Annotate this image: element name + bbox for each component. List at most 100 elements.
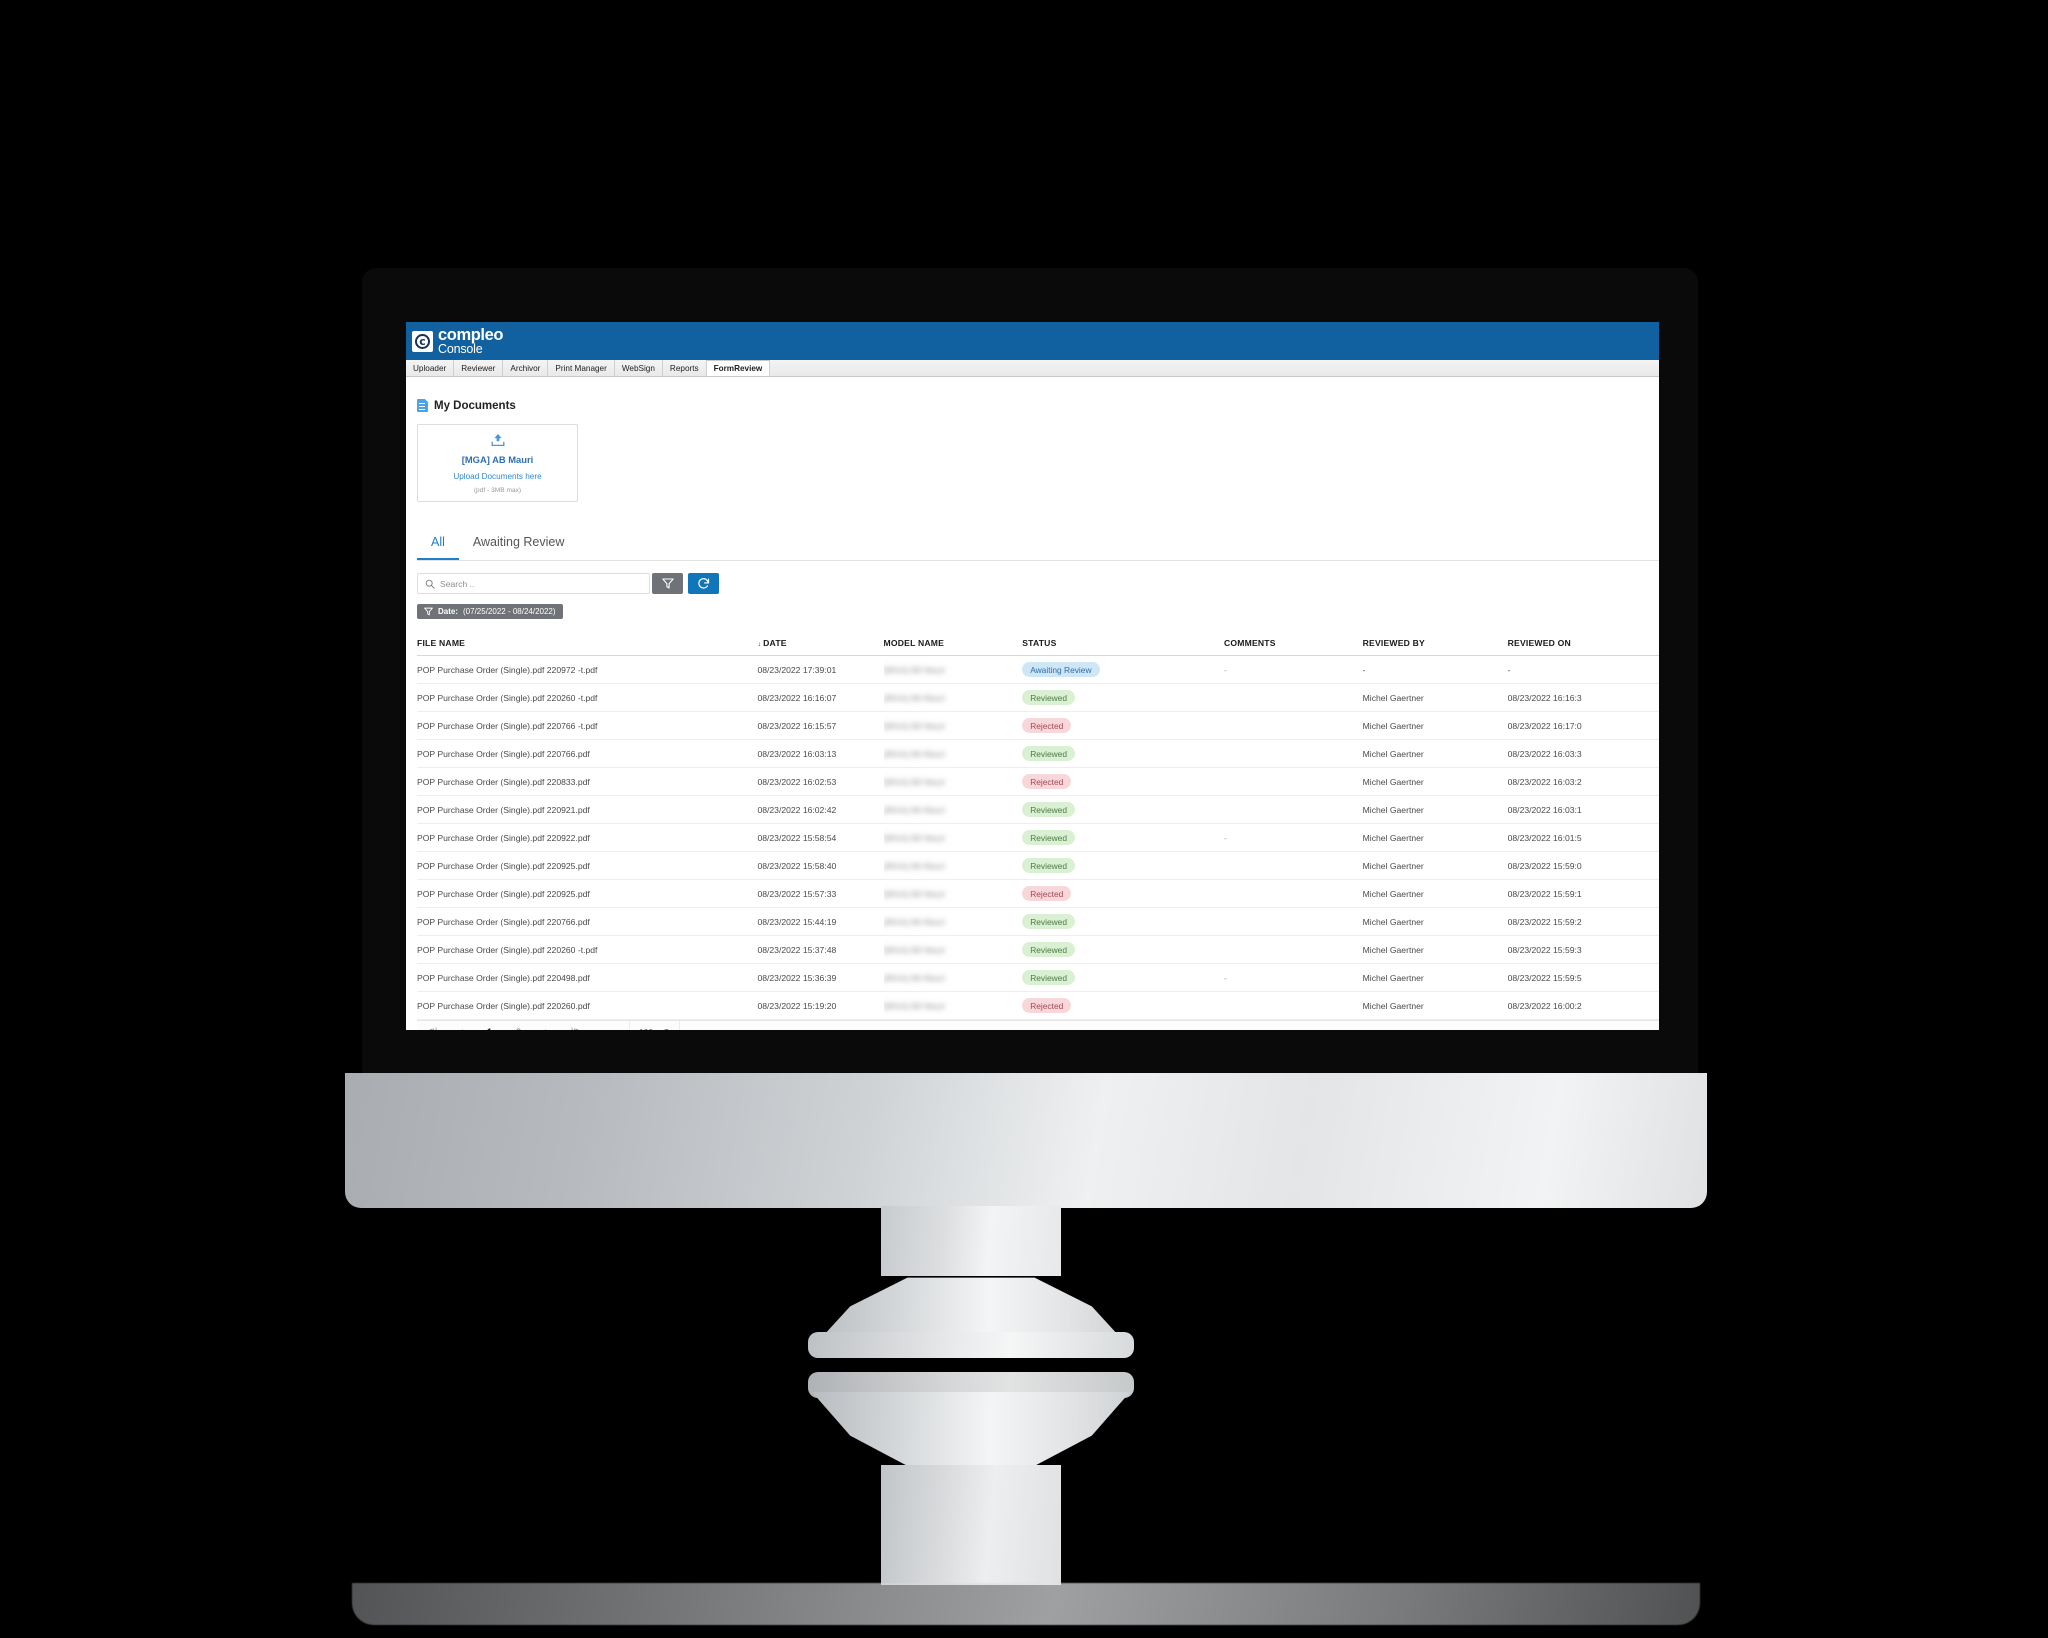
- table-row[interactable]: POP Purchase Order (Single).pdf 220925.p…: [417, 851, 1659, 880]
- cell-model-name-redacted: [MGA] AB Mauri: [883, 907, 1023, 936]
- table-row[interactable]: POP Purchase Order (Single).pdf 220260 -…: [417, 935, 1659, 964]
- upload-icon: [490, 433, 506, 452]
- cell-status: Reviewed: [1022, 823, 1224, 852]
- monitor-stand-base: [808, 1332, 1134, 1358]
- cell-file-name[interactable]: POP Purchase Order (Single).pdf 220260.p…: [417, 991, 758, 1020]
- pager-prev-button[interactable]: ◂: [446, 1026, 475, 1030]
- brand-logo[interactable]: c compleo Console: [412, 327, 503, 355]
- cell-reviewed-by: Michel Gaertner: [1362, 739, 1508, 768]
- module-navbar: Uploader Reviewer Archivor Print Manager…: [406, 360, 1659, 377]
- nav-item-print-manager[interactable]: Print Manager: [548, 360, 615, 376]
- nav-item-reports[interactable]: Reports: [663, 360, 707, 376]
- cell-date: 08/23/2022 15:44:19: [757, 907, 884, 936]
- pager-next-button[interactable]: ▸: [533, 1026, 562, 1030]
- column-header-reviewed-on[interactable]: REVIEWED ON: [1507, 632, 1659, 656]
- cell-comments: [1223, 767, 1363, 796]
- column-header-status[interactable]: STATUS: [1022, 632, 1224, 656]
- cell-model-name-redacted: [MGA] AB Mauri: [883, 991, 1023, 1020]
- column-header-file-name[interactable]: FILE NAME: [417, 632, 758, 656]
- upload-card-title: [MGA] AB Mauri: [461, 453, 534, 465]
- status-badge: Awaiting Review: [1022, 662, 1100, 677]
- cell-comments: [1223, 711, 1363, 740]
- cell-file-name[interactable]: POP Purchase Order (Single).pdf 220766.p…: [417, 739, 758, 768]
- cell-reviewed-on: 08/23/2022 16:03:2: [1507, 767, 1659, 796]
- cell-reviewed-by: Michel Gaertner: [1362, 823, 1508, 852]
- pager-first-button[interactable]: ⧏|: [417, 1026, 446, 1030]
- search-field[interactable]: [417, 573, 650, 594]
- documents-table: FILE NAME ↓ DATE MODEL NAME STATUS COMMEN…: [417, 632, 1659, 1020]
- pager-last-button[interactable]: |⧐: [562, 1026, 591, 1030]
- cell-file-name[interactable]: POP Purchase Order (Single).pdf 220260 -…: [417, 935, 758, 964]
- table-row[interactable]: POP Purchase Order (Single).pdf 220766.p…: [417, 907, 1659, 936]
- cell-date: 08/23/2022 16:03:13: [757, 739, 884, 768]
- app-header: c compleo Console: [406, 322, 1659, 360]
- nav-item-uploader[interactable]: Uploader: [406, 360, 455, 376]
- column-header-date[interactable]: ↓ DATE: [757, 632, 884, 656]
- nav-item-formreview[interactable]: FormReview: [706, 360, 771, 376]
- table-row[interactable]: POP Purchase Order (Single).pdf 220260 -…: [417, 683, 1659, 712]
- status-badge: Reviewed: [1022, 802, 1075, 817]
- active-filter-chip[interactable]: Date: (07/25/2022 - 08/24/2022): [417, 604, 563, 619]
- cell-date: 08/23/2022 16:02:42: [757, 795, 884, 824]
- compleo-logo-icon: c: [412, 330, 433, 352]
- cell-status: Rejected: [1022, 879, 1224, 908]
- cell-reviewed-by: Michel Gaertner: [1362, 879, 1508, 908]
- cell-reviewed-on: 08/23/2022 15:59:3: [1507, 935, 1659, 964]
- filter-button[interactable]: [652, 573, 683, 594]
- monitor-stand-neck: [881, 1206, 1061, 1276]
- cell-reviewed-on: -: [1507, 655, 1659, 684]
- cell-status: Reviewed: [1022, 683, 1224, 712]
- filter-chip-icon: [424, 607, 433, 616]
- column-header-reviewed-by[interactable]: REVIEWED BY: [1362, 632, 1508, 656]
- cell-file-name[interactable]: POP Purchase Order (Single).pdf 220925.p…: [417, 851, 758, 880]
- cell-date: 08/23/2022 15:58:54: [757, 823, 884, 852]
- cell-status: Reviewed: [1022, 907, 1224, 936]
- cell-file-name[interactable]: POP Purchase Order (Single).pdf 220972 -…: [417, 655, 758, 684]
- upload-dropzone[interactable]: [MGA] AB Mauri Upload Documents here (pd…: [417, 424, 578, 502]
- table-row[interactable]: POP Purchase Order (Single).pdf 220260.p…: [417, 991, 1659, 1020]
- cell-file-name[interactable]: POP Purchase Order (Single).pdf 220260 -…: [417, 683, 758, 712]
- cell-reviewed-by: Michel Gaertner: [1362, 851, 1508, 880]
- nav-item-reviewer[interactable]: Reviewer: [454, 360, 504, 376]
- brand-subtitle: Console: [438, 341, 483, 356]
- table-row[interactable]: POP Purchase Order (Single).pdf 220833.p…: [417, 767, 1659, 796]
- upload-documents-link[interactable]: Upload Documents here: [453, 472, 541, 481]
- search-input[interactable]: [440, 578, 642, 589]
- tab-all[interactable]: All: [417, 528, 459, 560]
- cell-file-name[interactable]: POP Purchase Order (Single).pdf 220833.p…: [417, 767, 758, 796]
- pager-page-2[interactable]: 2: [504, 1027, 533, 1031]
- column-header-comments[interactable]: COMMENTS: [1223, 632, 1363, 656]
- cell-file-name[interactable]: POP Purchase Order (Single).pdf 220498.p…: [417, 963, 758, 992]
- table-row[interactable]: POP Purchase Order (Single).pdf 220922.p…: [417, 823, 1659, 852]
- status-badge: Reviewed: [1022, 690, 1075, 705]
- tab-awaiting-review[interactable]: Awaiting Review: [459, 528, 578, 560]
- table-row[interactable]: POP Purchase Order (Single).pdf 220498.p…: [417, 963, 1659, 992]
- cell-file-name[interactable]: POP Purchase Order (Single).pdf 220925.p…: [417, 879, 758, 908]
- table-row[interactable]: POP Purchase Order (Single).pdf 220921.p…: [417, 795, 1659, 824]
- pager-page-1[interactable]: 1: [475, 1027, 504, 1031]
- nav-item-websign[interactable]: WebSign: [615, 360, 663, 376]
- status-badge: Rejected: [1022, 774, 1072, 789]
- column-header-model-name[interactable]: MODEL NAME: [883, 632, 1023, 656]
- refresh-button[interactable]: [688, 573, 719, 594]
- brand-mark-letter: c: [415, 333, 430, 349]
- cell-model-name-redacted: [MGA] AB Mauri: [883, 683, 1023, 712]
- stand-flare-reflection: [812, 1392, 1130, 1466]
- cell-comments: -: [1223, 823, 1363, 852]
- cell-status: Reviewed: [1022, 739, 1224, 768]
- cell-reviewed-by: Michel Gaertner: [1362, 963, 1508, 992]
- table-row[interactable]: POP Purchase Order (Single).pdf 220766 -…: [417, 711, 1659, 740]
- cell-file-name[interactable]: POP Purchase Order (Single).pdf 220921.p…: [417, 795, 758, 824]
- cell-file-name[interactable]: POP Purchase Order (Single).pdf 220766.p…: [417, 907, 758, 936]
- stand-neck-reflection: [881, 1465, 1061, 1585]
- table-row[interactable]: POP Purchase Order (Single).pdf 220766.p…: [417, 739, 1659, 768]
- cell-model-name-redacted: [MGA] AB Mauri: [883, 739, 1023, 768]
- table-row[interactable]: POP Purchase Order (Single).pdf 220972 -…: [417, 655, 1659, 684]
- cell-reviewed-on: 08/23/2022 16:16:3: [1507, 683, 1659, 712]
- cell-file-name[interactable]: POP Purchase Order (Single).pdf 220766 -…: [417, 711, 758, 740]
- navbar-spacer: [770, 360, 1659, 376]
- nav-item-archivor[interactable]: Archivor: [503, 360, 549, 376]
- table-row[interactable]: POP Purchase Order (Single).pdf 220925.p…: [417, 879, 1659, 908]
- cell-file-name[interactable]: POP Purchase Order (Single).pdf 220922.p…: [417, 823, 758, 852]
- page-size-selector[interactable]: 100 ▼: [629, 1021, 680, 1030]
